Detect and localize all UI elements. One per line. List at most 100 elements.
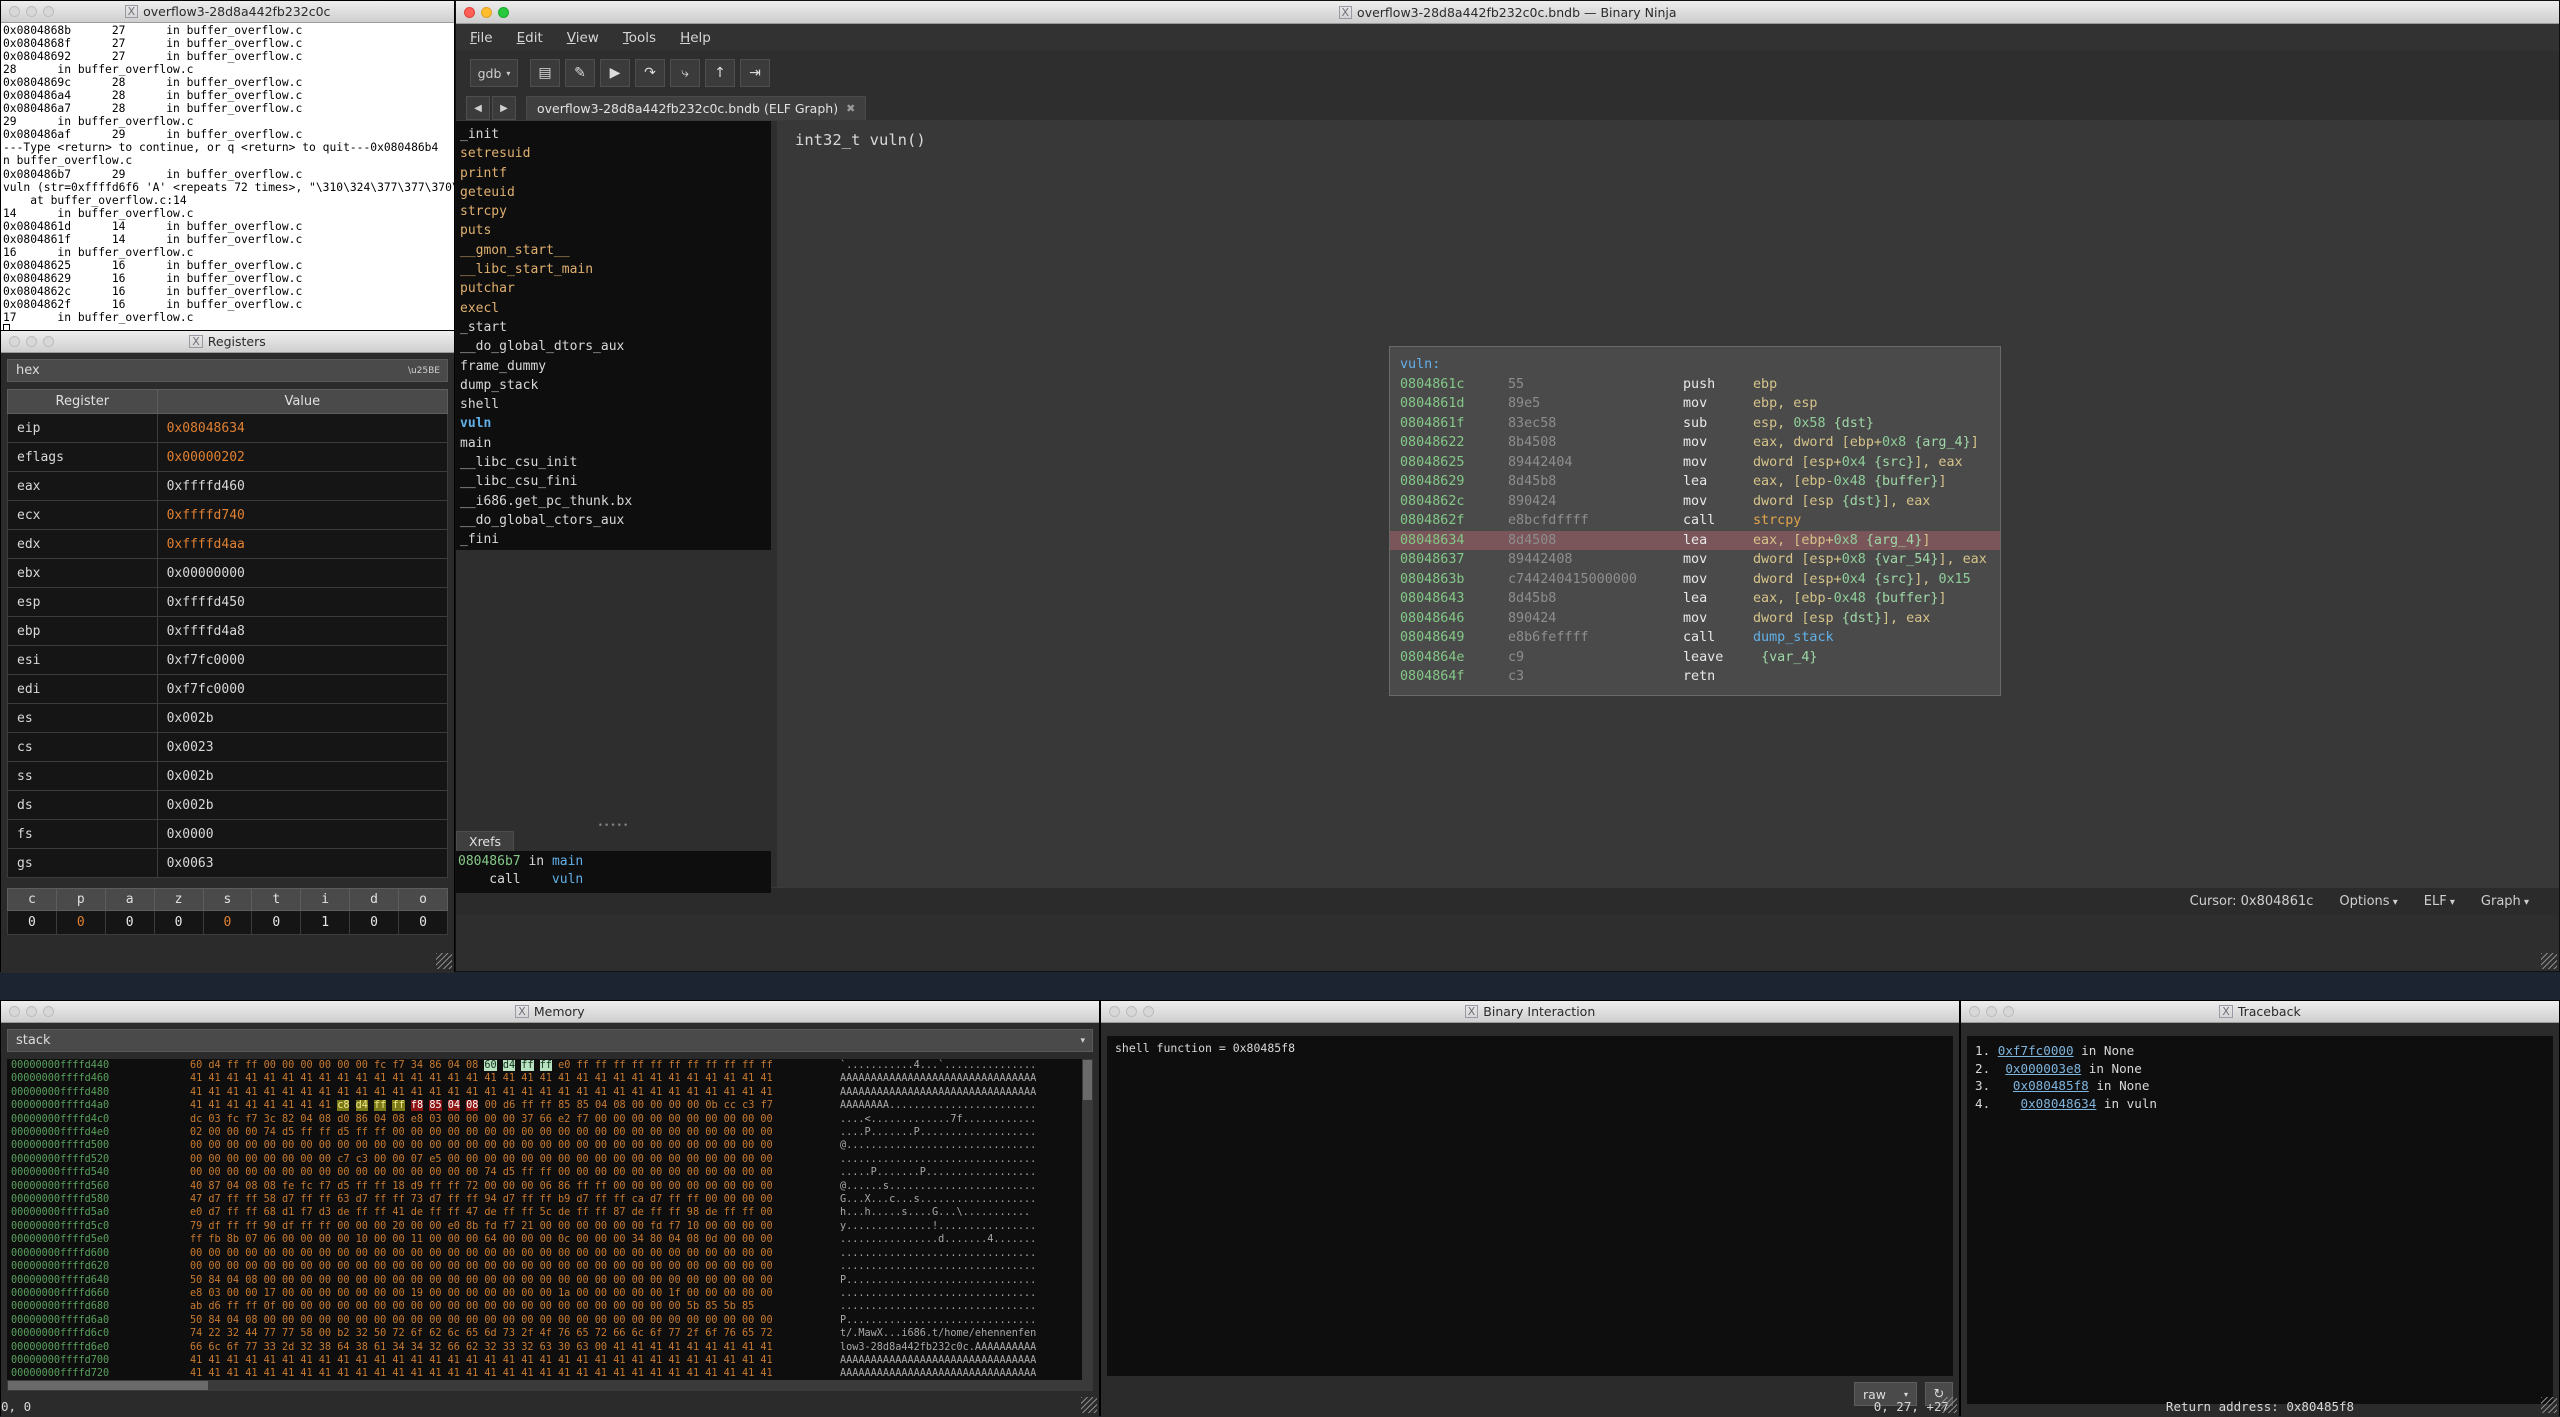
hex-row[interactable]: 00000000ffffd4a0 41 41 41 41 41 41 41 41 … (7, 1099, 1093, 1112)
minimize-button[interactable] (481, 6, 492, 18)
traceback-window[interactable]: X Traceback 1. 0xf7fc0000 in None 2. 0x000… (1960, 1000, 2560, 1417)
register-value[interactable]: 0xf7fc0000 (156, 645, 449, 675)
hex-row[interactable]: 00000000ffffd440 60 d4 ff ff 00 00 00 00 … (7, 1059, 1093, 1072)
hex-horizontal-scrollbar[interactable] (7, 1380, 1093, 1391)
disassembly-line[interactable]: 0804864f c3 retn (1390, 667, 2000, 687)
close-icon[interactable]: ✖ (846, 102, 855, 115)
instruction-operands[interactable]: eax, [ebp-0x48 {buffer}] (1753, 589, 1947, 609)
symbol-list-item[interactable]: main (460, 434, 771, 453)
flag-value[interactable]: 0 (153, 910, 204, 935)
minimize-button[interactable] (26, 1006, 37, 1017)
binary-ninja-status-bar[interactable]: Cursor: 0x804861c Options ELF Graph (456, 887, 2559, 915)
disassembly-line[interactable]: 0804861f 83ec58 sub esp, 0x58 {dst} (1390, 414, 2000, 434)
frame-address-link[interactable]: 0x08048634 (2021, 1096, 2097, 1111)
hex-bytes[interactable]: dc 03 fc f7 3c 82 04 08 d0 86 04 08 e8 0… (190, 1113, 840, 1126)
disassembly-line[interactable]: 08048637 89442408 mov dword [esp+0x8 {var_5… (1390, 550, 2000, 570)
symbol-list-item[interactable]: putchar (460, 279, 771, 298)
instruction-operands[interactable]: ebp (1753, 375, 1777, 395)
symbol-list-item[interactable]: dump_stack (460, 376, 771, 395)
hex-bytes[interactable]: 41 41 41 41 41 41 41 41 41 41 41 41 41 4… (190, 1086, 840, 1099)
register-value[interactable]: 0x00000202 (156, 442, 449, 472)
symbol-list-item[interactable]: frame_dummy (460, 357, 771, 376)
menu-item-edit[interactable]: Edit (517, 30, 543, 46)
hex-bytes[interactable]: 74 22 32 44 77 77 58 00 b2 32 50 72 6f 6… (190, 1327, 840, 1340)
symbol-list-item[interactable]: __libc_csu_fini (460, 472, 771, 491)
menu-bar[interactable]: File Edit View Tools Help (456, 24, 2559, 51)
file-format-menu[interactable]: ELF (2424, 894, 2455, 909)
hex-row[interactable]: 00000000ffffd6c0 74 22 32 44 77 77 58 00 … (7, 1327, 1093, 1340)
instruction-operands[interactable]: dword [esp+0x4 {src}], eax (1753, 453, 1963, 473)
menu-item-view[interactable]: View (567, 30, 599, 46)
step-to-end-icon[interactable]: ⇥ (740, 59, 770, 87)
register-value[interactable]: 0xffffd4a8 (156, 616, 449, 646)
disassembly-line[interactable]: 0804861d 89e5 mov ebp, esp (1390, 394, 2000, 414)
hex-bytes[interactable]: 66 6c 6f 77 33 2d 32 38 64 38 61 34 34 3… (190, 1341, 840, 1354)
hex-row[interactable]: 00000000ffffd540 00 00 00 00 00 00 00 00 … (7, 1166, 1093, 1179)
minimize-button[interactable] (1986, 1006, 1997, 1017)
disassembly-line[interactable]: 0804864e c9 leave {var_4} (1390, 648, 2000, 668)
close-button[interactable] (1109, 1006, 1120, 1017)
symbol-list-item[interactable]: _fini (460, 530, 771, 549)
binary-interaction-output[interactable]: shell function = 0x80485f8 (1107, 1036, 1953, 1376)
tab-prev-button[interactable]: ◀ (466, 96, 490, 120)
register-value[interactable]: 0x002b (156, 790, 449, 820)
hex-row[interactable]: 00000000ffffd4e0 02 00 00 00 74 d5 ff ff … (7, 1126, 1093, 1139)
hex-bytes[interactable]: 02 00 00 00 74 d5 ff ff d5 ff ff 00 00 0… (190, 1126, 840, 1139)
register-value[interactable]: 0xf7fc0000 (156, 674, 449, 704)
disassembly-line[interactable]: 08048643 8d45b8 lea eax, [ebp-0x48 {buffer}… (1390, 589, 2000, 609)
hex-bytes[interactable]: e8 03 00 00 17 00 00 00 00 00 00 00 19 0… (190, 1287, 840, 1300)
menu-item-help[interactable]: Help (680, 30, 711, 46)
hex-row[interactable]: 00000000ffffd700 41 41 41 41 41 41 41 41 … (7, 1354, 1093, 1367)
memory-source-select[interactable]: stack ▾ (7, 1029, 1093, 1052)
disassembly-line[interactable]: 0804862f e8bcfdffff call strcpy (1390, 511, 2000, 531)
binary-interaction-titlebar[interactable]: X Binary Interaction (1101, 1001, 1959, 1023)
instruction-operands[interactable]: dword [esp {dst}], eax (1753, 609, 1930, 629)
registers-window[interactable]: X Registers hex \u25BE Register Value eip 0… (0, 330, 455, 973)
resize-grip[interactable] (1081, 1397, 1097, 1413)
disassembly-line[interactable]: 0804863b c744240415000000 mov dword [esp+0x… (1390, 570, 2000, 590)
flag-value[interactable]: 0 (202, 910, 253, 935)
symbol-list-item[interactable]: puts (460, 221, 771, 240)
binary-ninja-titlebar[interactable]: Xoverflow3-28d8a442fb232c0c.bndb — Binar… (456, 1, 2559, 24)
hex-row[interactable]: 00000000ffffd660 e8 03 00 00 17 00 00 00 … (7, 1287, 1093, 1300)
register-row[interactable]: eflags 0x00000202 (7, 442, 449, 472)
symbol-list-item[interactable]: vuln (460, 414, 771, 433)
register-row[interactable]: es 0x002b (7, 703, 449, 733)
register-row[interactable]: ebp 0xffffd4a8 (7, 616, 449, 646)
register-value[interactable]: 0x0000 (156, 819, 449, 849)
registers-column-header[interactable]: Value (156, 389, 449, 414)
register-row[interactable]: esp 0xffffd450 (7, 587, 449, 617)
options-menu[interactable]: Options (2339, 894, 2397, 909)
hex-row[interactable]: 00000000ffffd720 41 41 41 41 41 41 41 41 … (7, 1367, 1093, 1380)
tab-binary-view[interactable]: overflow3-28d8a442fb232c0c.bndb (ELF Gra… (526, 96, 867, 120)
flag-value[interactable]: 1 (300, 910, 351, 935)
binary-ninja-window[interactable]: Xoverflow3-28d8a442fb232c0c.bndb — Binar… (455, 0, 2560, 972)
window-controls[interactable] (1, 336, 54, 347)
disassembly-line[interactable]: 08048634 8d4508 lea eax, [ebp+0x8 {arg_4}] (1390, 530, 2000, 550)
register-row[interactable]: ebx 0x00000000 (7, 558, 449, 588)
hex-bytes[interactable]: 41 41 41 41 41 41 41 41 41 41 41 41 41 4… (190, 1072, 840, 1085)
close-button[interactable] (9, 6, 20, 17)
hex-bytes[interactable]: 00 00 00 00 00 00 00 00 00 00 00 00 00 0… (190, 1247, 840, 1260)
instruction-operands[interactable]: eax, dword [ebp+0x8 {arg_4}] (1753, 433, 1979, 453)
flag-value[interactable]: 0 (398, 910, 448, 935)
hex-vertical-scrollbar[interactable] (1082, 1059, 1093, 1391)
hex-bytes[interactable]: e0 d7 ff ff 68 d1 f7 d3 de ff ff 41 de f… (190, 1206, 840, 1219)
minimize-button[interactable] (26, 6, 37, 17)
disassembly-line[interactable]: 08048629 8d45b8 lea eax, [ebp-0x48 {buffer}… (1390, 472, 2000, 492)
register-row[interactable]: ss 0x002b (7, 761, 449, 791)
debugger-toolbar[interactable]: gdb ▾ ▤ ✎ ▶ ↷ ⤷ ↑ ⇥ (456, 51, 2559, 95)
flag-value[interactable]: 0 (349, 910, 399, 935)
hex-bytes[interactable]: 00 00 00 00 00 00 00 00 c7 c3 00 00 07 e… (190, 1153, 840, 1166)
traceback-frame-list[interactable]: 1. 0xf7fc0000 in None 2. 0x000003e8 in No… (1967, 1036, 2553, 1404)
symbol-list-item[interactable]: geteuid (460, 183, 771, 202)
close-button[interactable] (464, 6, 475, 18)
maximize-button[interactable] (2003, 1006, 2014, 1017)
symbol-list-item[interactable]: __do_global_dtors_aux (460, 337, 771, 356)
instruction-operands[interactable]: eax, [ebp-0x48 {buffer}] (1753, 472, 1947, 492)
symbol-list-item[interactable]: __do_global_ctors_aux (460, 511, 771, 530)
symbol-list-item[interactable]: execl (460, 299, 771, 318)
register-value[interactable]: 0xffffd460 (156, 471, 449, 501)
register-value[interactable]: 0xffffd4aa (156, 529, 449, 559)
hex-bytes[interactable]: ab d6 ff ff 0f 00 00 00 00 00 00 00 00 0… (190, 1300, 840, 1313)
